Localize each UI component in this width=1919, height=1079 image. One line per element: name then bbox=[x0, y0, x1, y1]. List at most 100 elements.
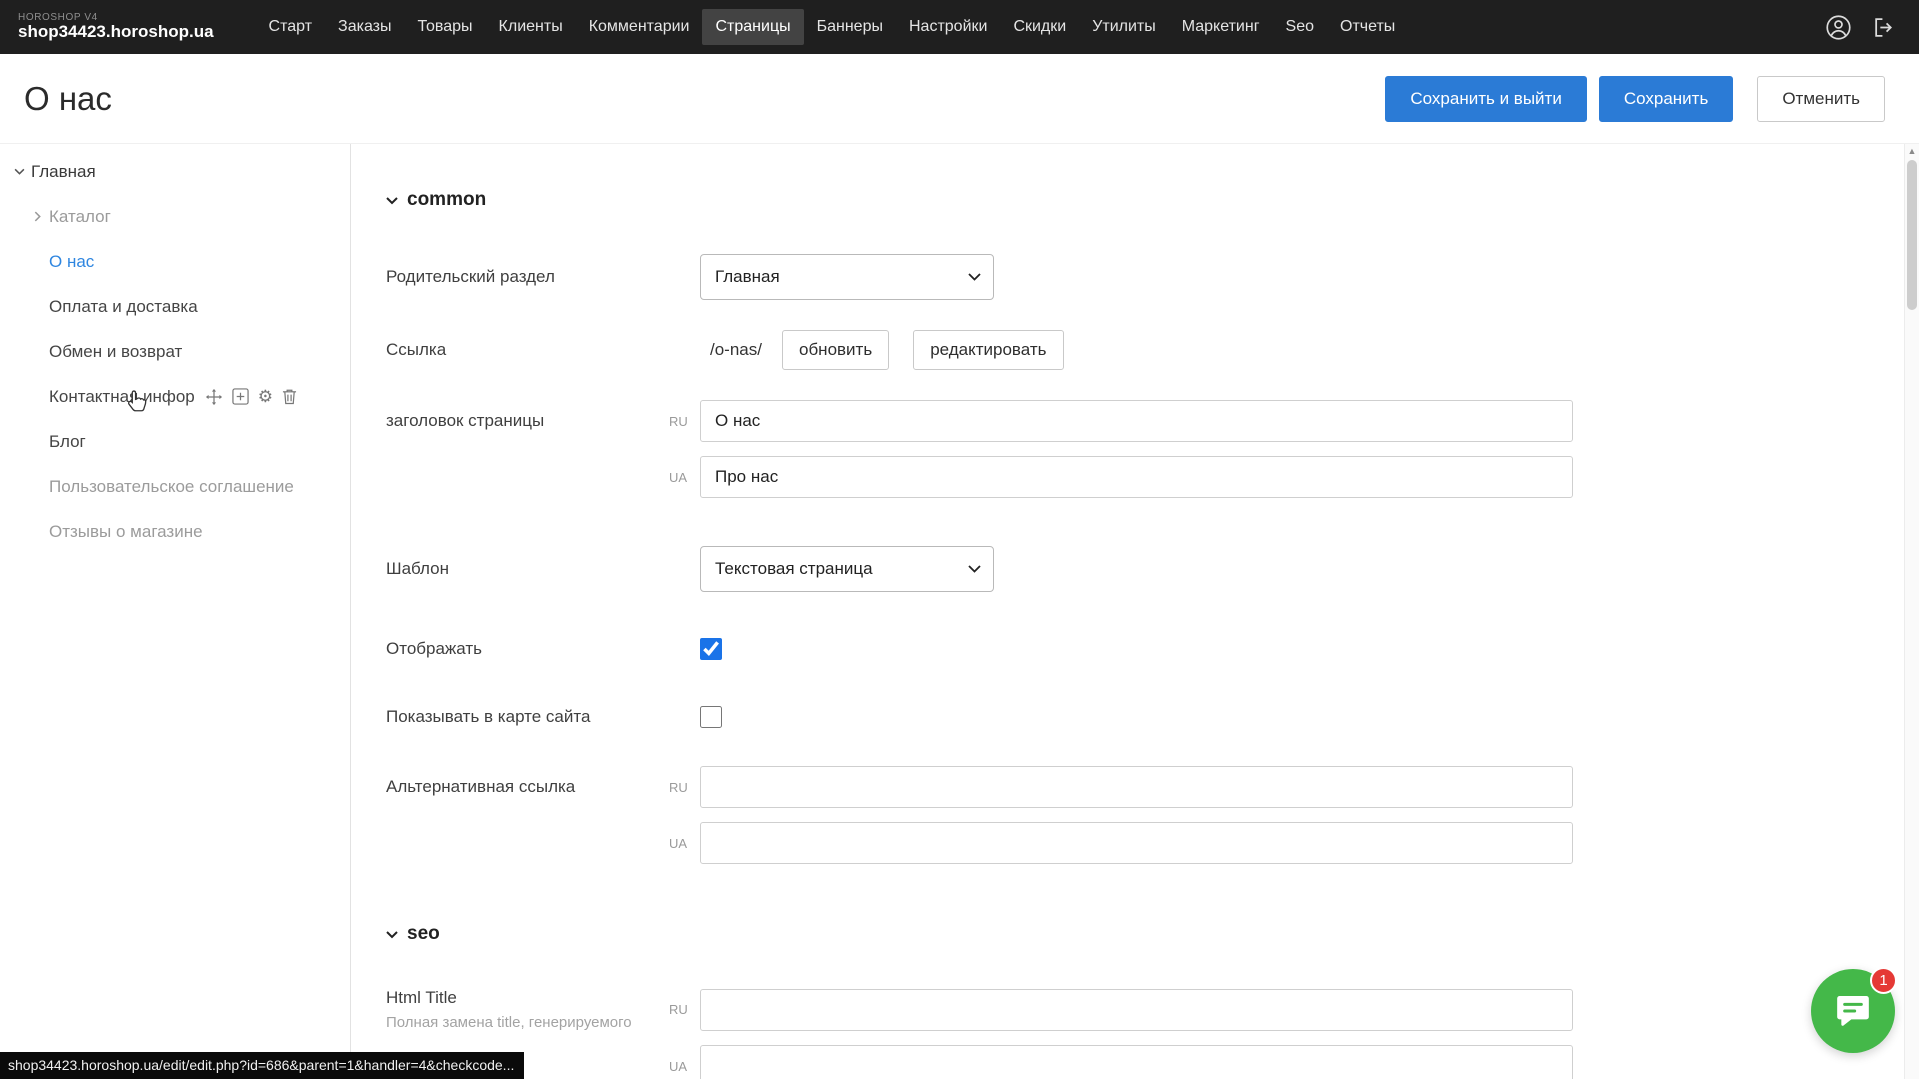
sidebar-item-label: Обмен и возврат bbox=[49, 342, 182, 362]
nav-discounts[interactable]: Скидки bbox=[1000, 9, 1079, 45]
nav-orders[interactable]: Заказы bbox=[325, 9, 404, 45]
vertical-scrollbar[interactable]: ▲ bbox=[1904, 144, 1919, 1079]
field-label: заголовок страницы bbox=[386, 411, 669, 431]
sidebar-item-label: О нас bbox=[49, 252, 94, 272]
field-label: Ссылка bbox=[386, 340, 669, 360]
page-url-path: /o-nas/ bbox=[700, 340, 762, 360]
nav-settings[interactable]: Настройки bbox=[896, 9, 1000, 45]
parent-section-row: Родительский раздел Главная bbox=[386, 254, 1919, 300]
brand-domain: shop34423.horoshop.ua bbox=[18, 23, 214, 41]
sidebar-item-label: Каталог bbox=[49, 207, 111, 227]
section-common-toggle[interactable]: common bbox=[386, 188, 1919, 212]
sidebar-item-o-nas[interactable]: О нас bbox=[0, 239, 350, 284]
nav-marketing[interactable]: Маркетинг bbox=[1169, 9, 1273, 45]
lang-badge-ru: RU bbox=[669, 414, 700, 429]
nav-clients[interactable]: Клиенты bbox=[486, 9, 576, 45]
nav-seo[interactable]: Seo bbox=[1273, 9, 1327, 45]
chat-widget-button[interactable]: 1 bbox=[1811, 969, 1895, 1053]
sidebar-item-label: Отзывы о магазине bbox=[49, 522, 203, 542]
section-seo-toggle[interactable]: seo bbox=[386, 922, 1919, 946]
alt-link-ru-input[interactable] bbox=[700, 766, 1573, 808]
page-title-ua-input[interactable] bbox=[700, 456, 1573, 498]
sidebar-item-obmen-i-vozvrat[interactable]: Обмен и возврат bbox=[0, 329, 350, 374]
nav-banners[interactable]: Баннеры bbox=[804, 9, 896, 45]
brand-logo[interactable]: HOROSHOP V4 shop34423.horoshop.ua bbox=[18, 13, 214, 41]
page-title-ru-input[interactable] bbox=[700, 400, 1573, 442]
nav-comments[interactable]: Комментарии bbox=[576, 9, 703, 45]
sitemap-checkbox[interactable] bbox=[700, 706, 722, 728]
lang-badge-ru: RU bbox=[669, 1002, 700, 1017]
sidebar-item-label: Оплата и доставка bbox=[49, 297, 198, 317]
page-title-ru-row: заголовок страницы RU bbox=[386, 400, 1919, 442]
chevron-down-icon bbox=[386, 923, 398, 945]
sidebar-item-label: Пользовательское соглашение bbox=[49, 477, 294, 497]
link-update-button[interactable]: обновить bbox=[782, 330, 889, 370]
logout-icon[interactable] bbox=[1872, 15, 1897, 40]
save-and-exit-button[interactable]: Сохранить и выйти bbox=[1385, 76, 1586, 122]
lang-badge-ua: UA bbox=[669, 836, 700, 851]
chevron-down-icon bbox=[968, 565, 981, 573]
lang-badge-ru: RU bbox=[669, 780, 700, 795]
page-header: О нас Сохранить и выйти Сохранить Отмени… bbox=[0, 54, 1919, 144]
sidebar-item-label: Блог bbox=[49, 432, 86, 452]
display-row: Отображать bbox=[386, 638, 1919, 660]
chat-unread-badge: 1 bbox=[1870, 967, 1897, 994]
main-nav: Старт Заказы Товары Клиенты Комментарии … bbox=[256, 9, 1409, 45]
html-title-ua-input[interactable] bbox=[700, 1045, 1573, 1079]
delete-trash-icon[interactable] bbox=[282, 388, 297, 405]
field-label: Html Title bbox=[386, 988, 669, 1008]
field-label: Показывать в карте сайта bbox=[386, 707, 669, 727]
sitemap-row: Показывать в карте сайта bbox=[386, 706, 1919, 728]
field-label: Отображать bbox=[386, 639, 669, 659]
alt-link-ua-row: UA bbox=[386, 822, 1919, 864]
alt-link-ru-row: Альтернативная ссылка RU bbox=[386, 766, 1919, 808]
save-button[interactable]: Сохранить bbox=[1599, 76, 1733, 122]
sidebar-item-label: Главная bbox=[31, 162, 96, 182]
scroll-up-arrow[interactable]: ▲ bbox=[1905, 146, 1919, 156]
sidebar-item-otzyvy-o-magazine[interactable]: Отзывы о магазине bbox=[0, 509, 350, 554]
nav-reports[interactable]: Отчеты bbox=[1327, 9, 1408, 45]
sidebar-item-polzovatelskoe-soglashenie[interactable]: Пользовательское соглашение bbox=[0, 464, 350, 509]
sidebar-item-kontaktnaya-infor[interactable]: Контактная инфор ⚙ bbox=[0, 374, 350, 419]
add-page-icon[interactable] bbox=[232, 388, 249, 405]
sidebar-item-label: Контактная инфор bbox=[49, 387, 195, 407]
chat-bubble-icon bbox=[1833, 991, 1873, 1031]
cancel-button[interactable]: Отменить bbox=[1757, 76, 1885, 122]
chevron-down-icon bbox=[12, 168, 27, 175]
sidebar-item-glavnaya[interactable]: Главная bbox=[0, 149, 350, 194]
tree-item-actions: ⚙ bbox=[205, 388, 297, 406]
field-label: Шаблон bbox=[386, 559, 669, 579]
html-title-ru-row: Html Title Полная замена title, генериру… bbox=[386, 988, 1919, 1031]
nav-utilities[interactable]: Утилиты bbox=[1079, 9, 1169, 45]
page-title: О нас bbox=[24, 80, 112, 118]
link-edit-button[interactable]: редактировать bbox=[913, 330, 1063, 370]
sidebar-item-oplata-i-dostavka[interactable]: Оплата и доставка bbox=[0, 284, 350, 329]
select-value: Текстовая страница bbox=[715, 559, 873, 579]
drag-move-icon[interactable] bbox=[205, 388, 223, 406]
html-title-ru-input[interactable] bbox=[700, 989, 1573, 1031]
page-title-ua-row: UA bbox=[386, 456, 1919, 498]
parent-section-select[interactable]: Главная bbox=[700, 254, 994, 300]
lang-badge-ua: UA bbox=[669, 1059, 700, 1074]
user-account-icon[interactable] bbox=[1825, 14, 1852, 41]
nav-products[interactable]: Товары bbox=[405, 9, 486, 45]
alt-link-ua-input[interactable] bbox=[700, 822, 1573, 864]
nav-pages[interactable]: Страницы bbox=[702, 9, 803, 45]
html-title-ua-row: UA bbox=[386, 1045, 1919, 1079]
template-select[interactable]: Текстовая страница bbox=[700, 546, 994, 592]
display-checkbox[interactable] bbox=[700, 638, 722, 660]
field-label: Родительский раздел bbox=[386, 267, 669, 287]
scrollbar-thumb[interactable] bbox=[1907, 160, 1917, 310]
settings-gear-icon[interactable]: ⚙ bbox=[258, 388, 273, 405]
field-label: Альтернативная ссылка bbox=[386, 777, 669, 797]
status-url: shop34423.horoshop.ua/edit/edit.php?id=6… bbox=[8, 1057, 514, 1073]
link-row: Ссылка /o-nas/ обновить редактировать bbox=[386, 330, 1919, 370]
chevron-down-icon bbox=[968, 273, 981, 281]
lang-badge-ua: UA bbox=[669, 470, 700, 485]
section-title: common bbox=[407, 189, 486, 211]
link-status-bar: shop34423.horoshop.ua/edit/edit.php?id=6… bbox=[0, 1052, 524, 1079]
sidebar-item-katalog[interactable]: Каталог bbox=[0, 194, 350, 239]
nav-start[interactable]: Старт bbox=[256, 9, 325, 45]
template-row: Шаблон Текстовая страница bbox=[386, 546, 1919, 592]
sidebar-item-blog[interactable]: Блог bbox=[0, 419, 350, 464]
